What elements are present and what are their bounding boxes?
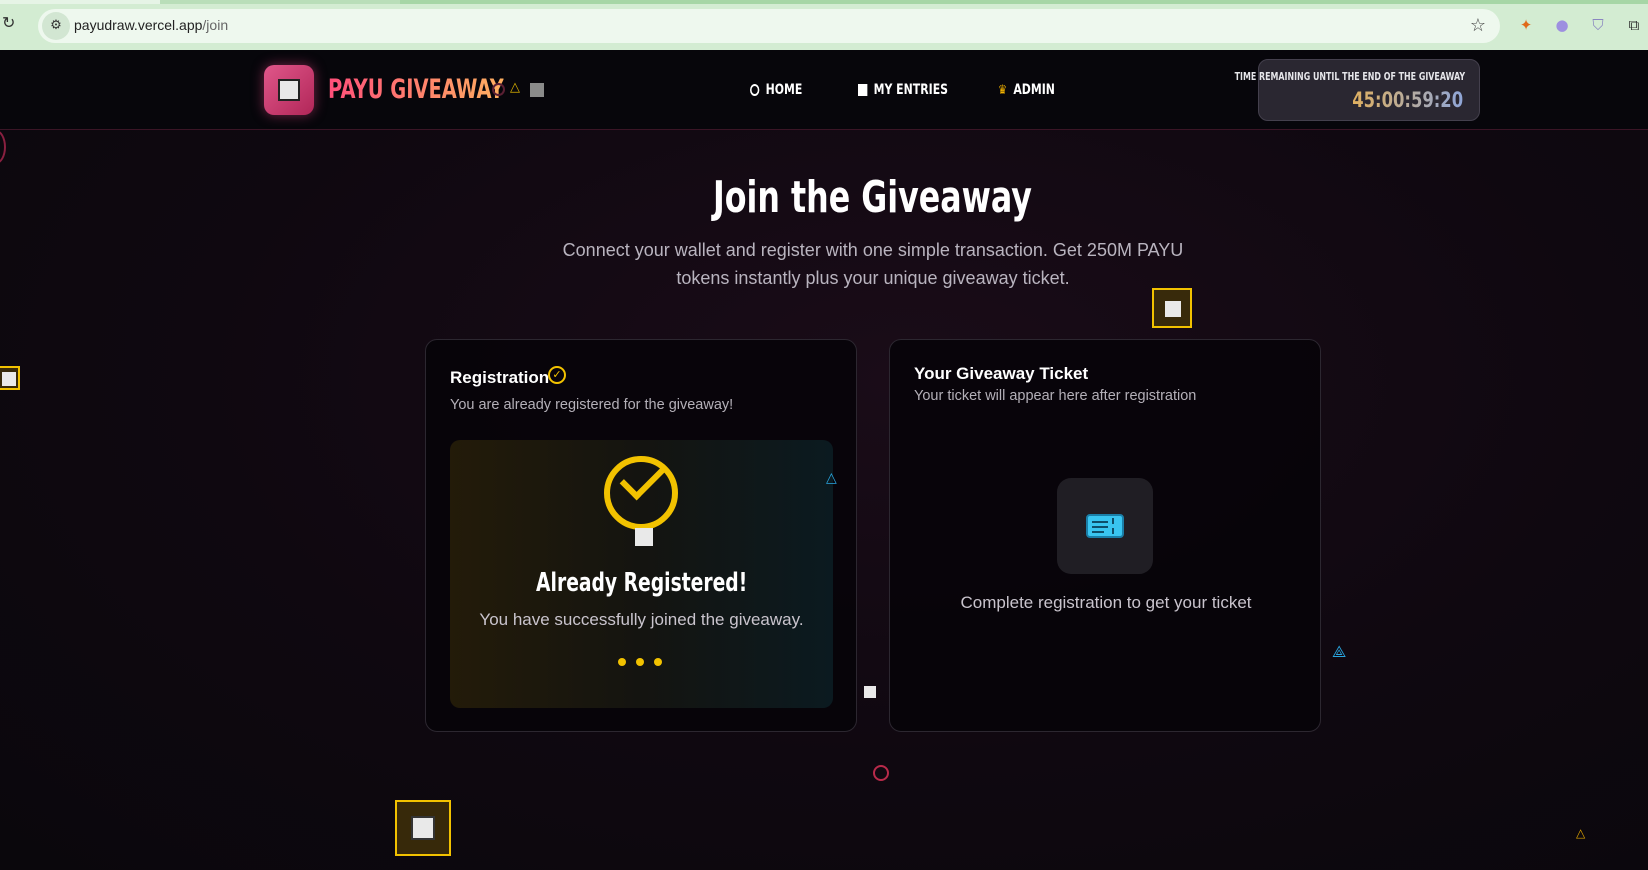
big-check-icon xyxy=(604,453,678,530)
ticket-card: Your Giveaway Ticket Your ticket will ap… xyxy=(889,339,1321,732)
url-text[interactable]: payudraw.vercel.app/join xyxy=(74,17,228,33)
browser-tab-active[interactable] xyxy=(400,0,1648,4)
site-info-icon[interactable]: ⚙ xyxy=(42,12,70,40)
deco-triangle: △ xyxy=(1576,826,1586,840)
url-host: payudraw.vercel.app xyxy=(74,17,203,33)
nav-admin[interactable]: ♛ ADMIN xyxy=(998,80,1055,100)
registration-description: You are already registered for the givea… xyxy=(450,397,734,413)
circle-icon xyxy=(750,84,760,96)
square-icon xyxy=(635,528,653,546)
status-text: You have successfully joined the giveawa… xyxy=(479,610,804,629)
address-bar[interactable]: ⚙ payudraw.vercel.app/join ☆ xyxy=(38,9,1500,43)
triangle-icon: △ xyxy=(510,80,520,95)
timer-label: TIME REMAINING UNTIL THE END OF THE GIVE… xyxy=(1234,70,1465,83)
deco-square xyxy=(1152,288,1192,328)
check-circle-icon: ✓ xyxy=(548,366,566,384)
ticket-placeholder-text: Complete registration to get your ticket xyxy=(960,593,1252,612)
extensions-puzzle-icon[interactable]: ⧉ xyxy=(1624,15,1644,35)
deco-circle xyxy=(873,765,889,781)
page-title: Join the Giveaway xyxy=(713,172,1032,223)
nav-home-label: HOME xyxy=(765,82,803,98)
timer-value: 45:00:59:20 xyxy=(1352,88,1463,112)
nav-admin-label: ADMIN xyxy=(1013,82,1055,98)
nav-my-entries[interactable]: MY ENTRIES xyxy=(858,80,948,100)
deco-square xyxy=(864,686,876,698)
registration-title: Registration xyxy=(450,368,550,387)
nav-my-entries-label: MY ENTRIES xyxy=(873,82,949,98)
browser-tab[interactable] xyxy=(0,0,160,4)
logo-icon[interactable] xyxy=(264,65,314,115)
square-icon xyxy=(858,84,868,96)
url-path: /join xyxy=(202,17,229,33)
registration-status-box: Already Registered! You have successfull… xyxy=(450,440,833,708)
circle-icon xyxy=(492,83,505,96)
deco-triangle: ⟁ xyxy=(1332,642,1347,661)
page: PAYU GIVEAWAY △ HOME MY ENTRIES ♛ ADMIN … xyxy=(0,50,1648,870)
registration-card: Registration ✓ You are already registere… xyxy=(425,339,857,732)
ticket-icon-box xyxy=(1057,478,1153,574)
ticket-icon xyxy=(1086,514,1124,538)
brand-name[interactable]: PAYU GIVEAWAY xyxy=(328,74,504,105)
metamask-extension-icon[interactable]: ✦ xyxy=(1516,15,1536,35)
status-title: Already Registered! xyxy=(535,568,748,598)
square-icon xyxy=(530,83,544,97)
ticket-title: Your Giveaway Ticket xyxy=(914,364,1089,383)
browser-toolbar: ↻ ⚙ payudraw.vercel.app/join ☆ ✦ ● ⛉ ⧉ xyxy=(0,0,1648,50)
reload-icon[interactable]: ↻ xyxy=(2,14,20,32)
loading-dots xyxy=(618,658,678,668)
deco-triangle: △ xyxy=(826,470,837,486)
deco-square xyxy=(0,366,20,390)
deco-square xyxy=(395,800,451,856)
site-header: PAYU GIVEAWAY △ HOME MY ENTRIES ♛ ADMIN … xyxy=(0,50,1648,130)
extension-icon[interactable]: ● xyxy=(1552,15,1572,35)
deco-circle xyxy=(0,130,6,164)
shield-extension-icon[interactable]: ⛉ xyxy=(1588,15,1608,35)
crown-icon: ♛ xyxy=(998,82,1008,98)
nav-home[interactable]: HOME xyxy=(750,80,802,100)
tab-strip xyxy=(0,0,1648,4)
star-icon[interactable]: ☆ xyxy=(1470,15,1486,36)
page-subtitle: Connect your wallet and register with on… xyxy=(562,240,1184,288)
ticket-description: Your ticket will appear here after regis… xyxy=(914,388,1197,404)
countdown-timer: TIME REMAINING UNTIL THE END OF THE GIVE… xyxy=(1235,59,1480,121)
